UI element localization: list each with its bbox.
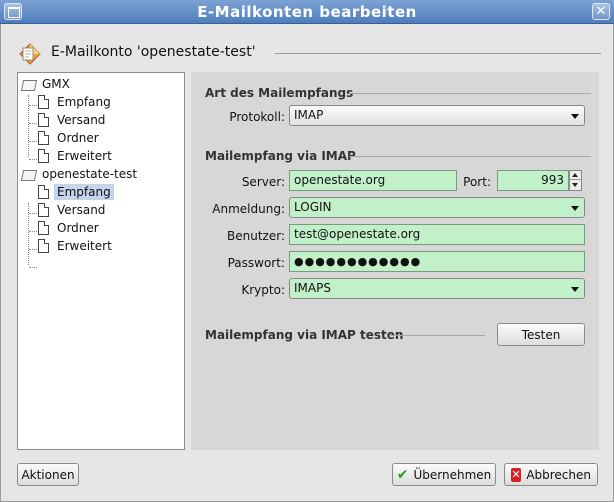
tree-item-label: Versand: [57, 203, 106, 217]
page-icon: [38, 239, 49, 253]
crypto-value: IMAPS: [294, 281, 331, 295]
test-button[interactable]: Testen: [497, 323, 585, 346]
protocol-select[interactable]: IMAP: [289, 105, 585, 126]
login-value: LOGIN: [294, 200, 332, 214]
apply-button[interactable]: ✔ Übernehmen: [392, 463, 496, 486]
check-icon: ✔: [396, 466, 409, 483]
spin-up-icon[interactable]: [570, 171, 581, 180]
tree-item-openestate-empfang[interactable]: Empfang: [38, 183, 114, 201]
tree-item-openestate-versand[interactable]: Versand: [38, 201, 108, 219]
account-folder-icon: [21, 167, 35, 181]
close-window-icon[interactable]: ✕: [592, 3, 610, 20]
tree-item-label: Versand: [57, 113, 106, 127]
window-title: E-Mailkonten bearbeiten: [197, 3, 417, 21]
header-divider: [275, 53, 601, 54]
section-title-mail-type: Art des Mailempfangs: [205, 86, 354, 100]
password-label: Passwort:: [227, 256, 285, 270]
protocol-label: Protokoll:: [229, 110, 285, 124]
apply-label: Übernehmen: [413, 467, 492, 482]
section-title-imap: Mailempfang via IMAP: [205, 149, 356, 163]
tree-item-label: Erweitert: [57, 239, 112, 253]
crypto-label: Krypto:: [241, 283, 285, 297]
protocol-value: IMAP: [294, 108, 324, 122]
mail-account-icon: [19, 43, 41, 65]
tree-item-openestate-ordner[interactable]: Ordner: [38, 219, 102, 237]
dialog-body: E-Mailkonto 'openestate-test' GMX Empfan…: [0, 24, 614, 502]
chevron-down-icon: [571, 206, 579, 211]
tree-account-openestate-test[interactable]: openestate-test: [21, 165, 140, 183]
page-icon: [38, 113, 49, 127]
dialog-heading: E-Mailkonto 'openestate-test': [51, 44, 256, 60]
user-input[interactable]: test@openestate.org: [289, 224, 585, 245]
server-label: Server:: [241, 175, 285, 189]
chevron-down-icon: [571, 114, 579, 119]
dialog-header: E-Mailkonto 'openestate-test': [17, 38, 601, 66]
tree-item-label-selected: Empfang: [54, 184, 114, 200]
chevron-down-icon: [571, 287, 579, 292]
login-label: Anmeldung:: [212, 202, 285, 216]
tree-account-gmx[interactable]: GMX: [21, 75, 73, 93]
crypto-select[interactable]: IMAPS: [289, 278, 585, 299]
port-label: Port:: [463, 175, 491, 189]
login-select[interactable]: LOGIN: [289, 197, 585, 218]
tree-item-gmx-ordner[interactable]: Ordner: [38, 129, 102, 147]
tree-item-label: Ordner: [57, 221, 99, 235]
tree-item-label: Erweitert: [57, 149, 112, 163]
section-title-test: Mailempfang via IMAP testen: [205, 328, 404, 342]
account-folder-icon: [21, 77, 35, 91]
section-divider: [349, 93, 591, 94]
cancel-button[interactable]: ✕ Abbrechen: [504, 463, 598, 486]
page-icon: [38, 203, 49, 217]
tree-account-label: openestate-test: [42, 167, 138, 181]
cancel-label: Abbrechen: [526, 467, 591, 482]
page-icon: [38, 149, 49, 163]
tree-item-gmx-erweitert[interactable]: Erweitert: [38, 147, 115, 165]
tree-account-label: GMX: [42, 77, 70, 91]
title-bar: E-Mailkonten bearbeiten ✕: [0, 0, 614, 24]
password-input[interactable]: ●●●●●●●●●●●●: [289, 251, 585, 272]
cancel-icon: ✕: [511, 467, 522, 482]
account-tree[interactable]: GMX Empfang Versand Ordner Erweitert ope…: [17, 72, 185, 450]
spin-down-icon[interactable]: [570, 181, 581, 190]
server-input[interactable]: openestate.org: [289, 170, 457, 191]
tree-item-gmx-empfang[interactable]: Empfang: [38, 93, 114, 111]
page-icon: [38, 95, 49, 109]
page-icon: [38, 185, 49, 199]
tree-item-label: Empfang: [57, 95, 111, 109]
section-divider: [349, 156, 591, 157]
page-icon: [38, 131, 49, 145]
section-divider: [389, 335, 485, 336]
tree-item-openestate-erweitert[interactable]: Erweitert: [38, 237, 115, 255]
actions-button[interactable]: Aktionen: [17, 463, 79, 486]
settings-panel: Art des Mailempfangs Protokoll: IMAP Mai…: [191, 72, 599, 450]
tree-item-gmx-versand[interactable]: Versand: [38, 111, 108, 129]
page-icon: [38, 221, 49, 235]
tree-item-label: Ordner: [57, 131, 99, 145]
user-label: Benutzer:: [227, 229, 285, 243]
port-input[interactable]: 993: [497, 170, 569, 191]
port-spinner[interactable]: [569, 170, 582, 191]
